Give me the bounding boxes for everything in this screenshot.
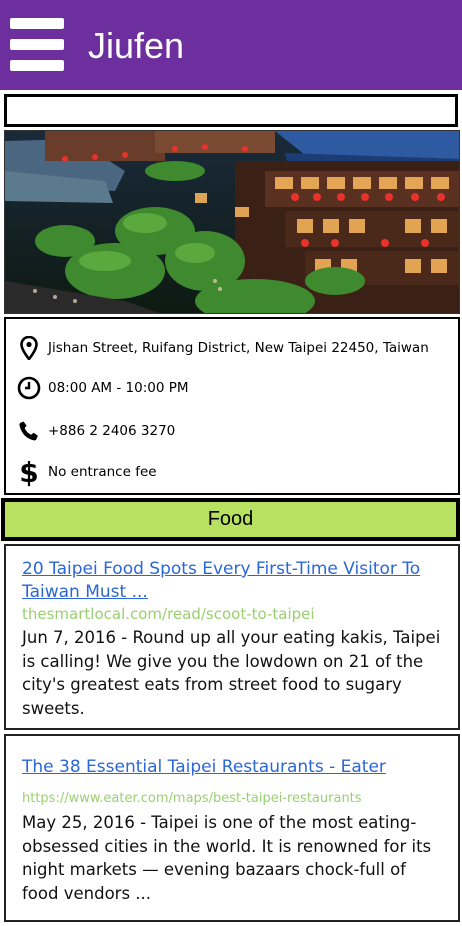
result-snippet: May 25, 2016 - Taipei is one of the most… bbox=[22, 813, 432, 903]
hours-text: 08:00 AM - 10:00 PM bbox=[48, 380, 189, 396]
food-section-label: Food bbox=[207, 508, 254, 530]
clock-icon bbox=[16, 375, 42, 401]
phone-icon[interactable] bbox=[16, 418, 42, 444]
fee-text: No entrance fee bbox=[48, 464, 157, 480]
dollar-icon: $ bbox=[19, 455, 39, 489]
page-title: Jiufen bbox=[88, 25, 185, 66]
address-text: Jishan Street, Ruifang District, New Tai… bbox=[48, 340, 429, 356]
place-info-card: Jishan Street, Ruifang District, New Tai… bbox=[4, 317, 460, 495]
result-title-link[interactable]: 20 Taipei Food Spots Every First-Time Vi… bbox=[22, 558, 442, 604]
hamburger-menu-icon[interactable] bbox=[10, 18, 64, 72]
phone-row: +886 2 2406 3270 bbox=[16, 418, 175, 444]
food-section-header[interactable]: Food bbox=[1, 498, 460, 541]
search-result: The 38 Essential Taipei Restaurants - Ea… bbox=[4, 734, 460, 922]
result-title-link[interactable]: The 38 Essential Taipei Restaurants - Ea… bbox=[22, 756, 442, 779]
hours-row: 08:00 AM - 10:00 PM bbox=[16, 375, 189, 401]
hero-image bbox=[4, 130, 460, 314]
result-url: https://www.eater.com/maps/best-taipei-r… bbox=[22, 791, 362, 806]
search-result: 20 Taipei Food Spots Every First-Time Vi… bbox=[4, 544, 460, 730]
result-snippet: Jun 7, 2016 - Round up all your eating k… bbox=[22, 628, 441, 718]
fee-row: $ No entrance fee bbox=[16, 455, 157, 489]
app-bar: Jiufen bbox=[0, 0, 462, 90]
address-row: Jishan Street, Ruifang District, New Tai… bbox=[16, 335, 429, 361]
result-url: thesmartlocal.com/read/scoot-to-taipei bbox=[22, 605, 315, 623]
phone-text[interactable]: +886 2 2406 3270 bbox=[48, 423, 175, 439]
location-pin-icon bbox=[16, 335, 42, 361]
search-input[interactable] bbox=[4, 94, 458, 127]
